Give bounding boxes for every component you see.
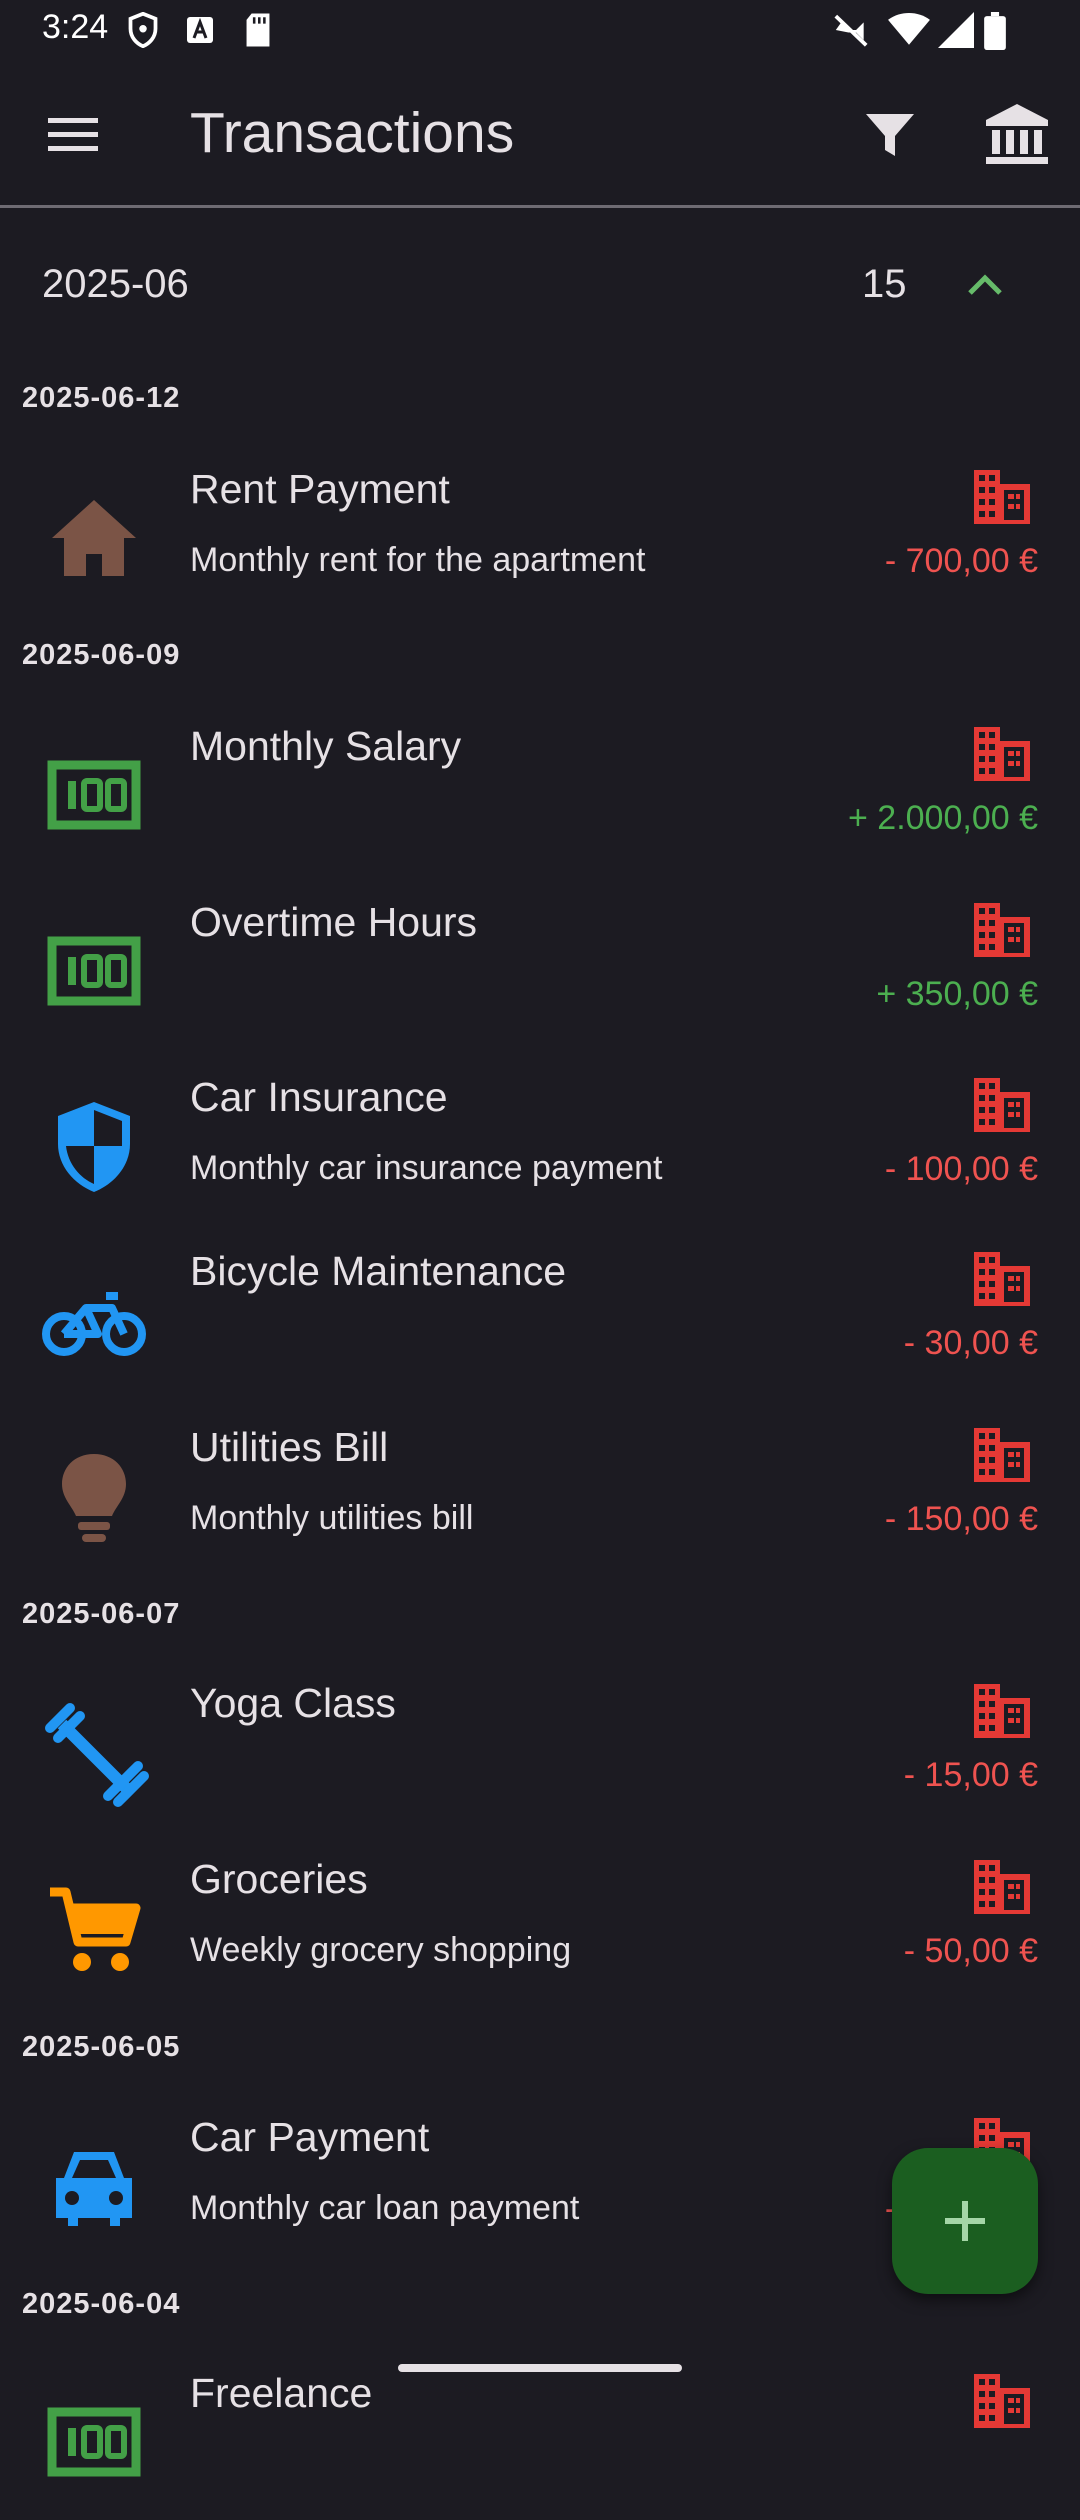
transaction-title: Monthly Salary xyxy=(190,723,462,769)
transaction-item[interactable]: Bicycle Maintenance - 30,00 € xyxy=(0,1238,1080,1398)
account-building-icon xyxy=(974,903,1030,957)
vibrate-off-icon xyxy=(834,14,868,47)
account-building-icon xyxy=(974,727,1030,781)
fitness-icon xyxy=(45,1703,149,1807)
page-title: Transactions xyxy=(190,101,515,165)
transaction-item[interactable]: Yoga Class - 15,00 € xyxy=(0,1670,1080,1830)
transaction-title: Overtime Hours xyxy=(190,899,478,945)
chevron-up-icon[interactable] xyxy=(960,260,1010,310)
status-time: 3:24 xyxy=(42,8,109,46)
account-building-icon xyxy=(974,470,1030,524)
date-header: 2025-06-05 xyxy=(22,2031,181,2063)
transaction-title: Bicycle Maintenance xyxy=(190,1248,567,1294)
transaction-amount: - 50,00 € xyxy=(903,1932,1038,1970)
transaction-item[interactable]: Utilities Bill Monthly utilities bill - 1… xyxy=(0,1414,1080,1574)
app-bar: Transactions xyxy=(0,62,1080,208)
bank-icon[interactable] xyxy=(982,102,1052,166)
home-indicator[interactable] xyxy=(398,2364,682,2372)
transaction-amount: - 150,00 € xyxy=(884,1500,1038,1538)
transaction-description: Monthly car loan payment xyxy=(190,2189,580,2227)
account-building-icon xyxy=(974,1252,1030,1306)
transaction-title: Car Insurance xyxy=(190,1074,448,1120)
font-a-icon xyxy=(187,17,213,43)
signal-icon xyxy=(938,12,974,48)
bicycle-icon xyxy=(42,1292,146,1356)
transaction-item[interactable]: Overtime Hours + 350,00 € xyxy=(0,889,1080,1049)
plus-icon xyxy=(945,2201,985,2241)
transaction-title: Groceries xyxy=(190,1856,368,1902)
transaction-title: Utilities Bill xyxy=(190,1424,389,1470)
transaction-description: Weekly grocery shopping xyxy=(190,1931,572,1969)
account-building-icon xyxy=(974,1428,1030,1482)
money-icon xyxy=(47,760,141,830)
wifi-icon xyxy=(888,12,930,45)
transaction-amount: + 350,00 € xyxy=(876,975,1038,1013)
transaction-amount: - 30,00 € xyxy=(903,1324,1038,1362)
transaction-item[interactable]: Car Insurance Monthly car insurance payme… xyxy=(0,1064,1080,1224)
shield-icon xyxy=(128,12,158,48)
account-building-icon xyxy=(974,1684,1030,1738)
sd-card-icon xyxy=(246,13,270,47)
battery-icon xyxy=(984,12,1006,50)
transaction-amount: + 2.000,00 € xyxy=(847,799,1038,837)
transaction-title: Freelance xyxy=(190,2370,373,2416)
date-header: 2025-06-12 xyxy=(22,382,181,414)
account-building-icon xyxy=(974,1078,1030,1132)
money-icon xyxy=(47,936,141,1006)
transaction-description: Monthly rent for the apartment xyxy=(190,541,646,579)
transaction-description: Monthly car insurance payment xyxy=(190,1149,663,1187)
account-building-icon xyxy=(974,1860,1030,1914)
lightbulb-icon xyxy=(62,1454,126,1542)
date-header: 2025-06-04 xyxy=(22,2288,181,2320)
transaction-item[interactable]: Rent Payment Monthly rent for the apartme… xyxy=(0,456,1080,616)
transaction-title: Yoga Class xyxy=(190,1680,396,1726)
account-building-icon xyxy=(974,2374,1030,2428)
transaction-description: Monthly utilities bill xyxy=(190,1499,474,1537)
house-icon xyxy=(52,500,136,576)
menu-icon[interactable] xyxy=(40,104,106,164)
transaction-amount: - 700,00 € xyxy=(884,542,1038,580)
month-transaction-count: 15 xyxy=(862,262,907,306)
transaction-amount: - 100,00 € xyxy=(884,1150,1038,1188)
status-bar: 3:24 xyxy=(0,0,1080,62)
cart-icon xyxy=(50,1887,141,1971)
money-icon xyxy=(47,2407,141,2477)
shield-icon xyxy=(58,1102,130,1192)
date-header: 2025-06-09 xyxy=(22,639,181,671)
transaction-amount: - 15,00 € xyxy=(903,1756,1038,1794)
transaction-item[interactable]: Groceries Weekly grocery shopping - 50,00… xyxy=(0,1846,1080,2006)
transaction-item[interactable]: Monthly Salary + 2.000,00 € xyxy=(0,713,1080,873)
month-group-header[interactable]: 2025-06 15 xyxy=(0,212,1080,357)
car-icon xyxy=(56,2152,132,2226)
transaction-title: Rent Payment xyxy=(190,466,450,512)
date-header: 2025-06-07 xyxy=(22,1598,181,1630)
transaction-item[interactable]: Freelance xyxy=(0,2360,1080,2520)
month-label: 2025-06 xyxy=(42,262,189,306)
transaction-title: Car Payment xyxy=(190,2114,430,2160)
filter-icon[interactable] xyxy=(860,104,920,164)
add-transaction-button[interactable] xyxy=(892,2148,1038,2294)
